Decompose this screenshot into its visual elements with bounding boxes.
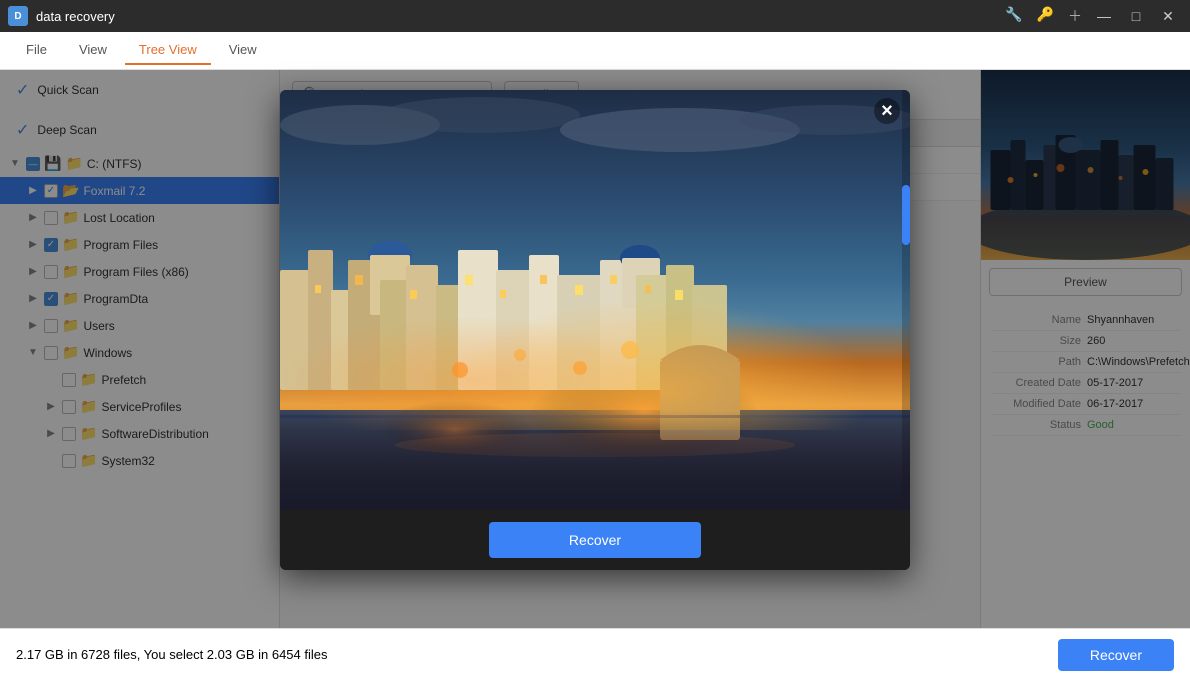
modal-footer: Recover [280,510,910,570]
plus-icon[interactable]: ＋ [1064,4,1086,28]
titlebar-icons: 🔧 🔑 ＋ [1001,4,1086,28]
modal-image [280,90,910,510]
status-text: 2.17 GB in 6728 files, You select 2.03 G… [16,647,328,662]
titlebar: D data recovery 🔧 🔑 ＋ — □ ✕ [0,0,1190,32]
minimize-button[interactable]: — [1090,2,1118,30]
menu-tabs: File View Tree View View [12,36,271,65]
tab-view[interactable]: View [215,36,271,65]
close-button[interactable]: ✕ [1154,2,1182,30]
tab-tree-view[interactable]: Tree View [125,36,211,65]
menubar: File View Tree View View [0,32,1190,70]
menu-file[interactable]: File [12,36,61,65]
main-layout: ✓ Quick Scan ✓ Deep Scan ▼ — 💾 📁 C: (NTF… [0,70,1190,628]
app-title: data recovery [36,9,115,24]
app-logo: D [8,6,28,26]
image-preview-modal: × [280,90,910,570]
bottom-bar: 2.17 GB in 6728 files, You select 2.03 G… [0,628,1190,680]
titlebar-left: D data recovery [8,6,115,26]
modal-overlay: × [0,70,1190,628]
tools-icon[interactable]: 🔧 [1001,4,1026,28]
modal-recover-button[interactable]: Recover [489,522,701,558]
modal-close-button[interactable]: × [874,98,900,124]
maximize-button[interactable]: □ [1122,2,1150,30]
santorini-image [280,90,910,510]
menu-view[interactable]: View [65,36,121,65]
key-icon[interactable]: 🔑 [1033,4,1058,28]
titlebar-right: 🔧 🔑 ＋ — □ ✕ [1001,2,1182,30]
main-recover-button[interactable]: Recover [1058,639,1174,671]
